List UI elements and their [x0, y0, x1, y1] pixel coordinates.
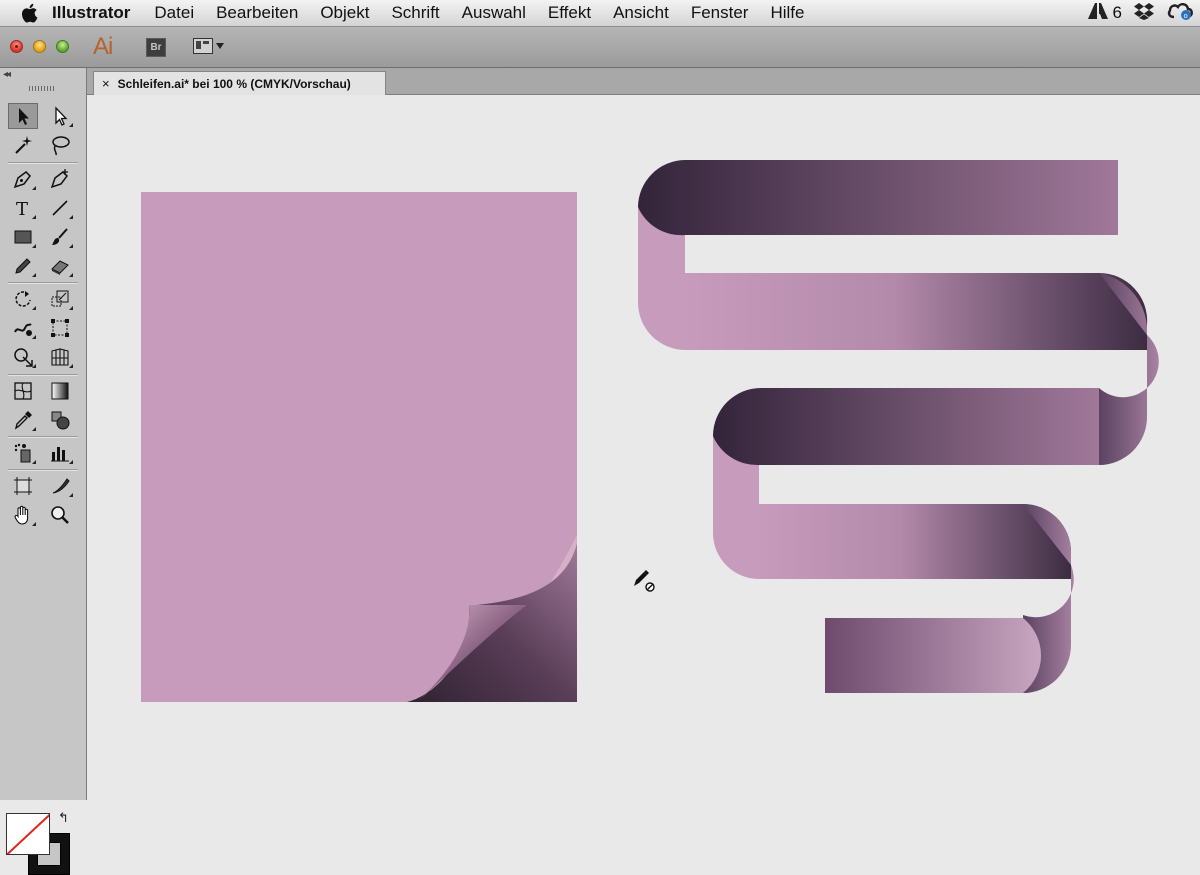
magic-wand-tool-button[interactable] [8, 132, 38, 158]
arrange-documents-button[interactable] [193, 38, 224, 54]
pen-tool-button[interactable] [8, 166, 38, 192]
arrange-documents-icon [193, 38, 213, 54]
menu-objekt[interactable]: Objekt [320, 3, 369, 23]
shape-builder-tool-button[interactable] [8, 344, 38, 370]
creative-cloud-icon[interactable]: o [1166, 1, 1194, 26]
pencil-icon [15, 258, 31, 274]
gradient-tool-button[interactable] [45, 378, 75, 404]
column-graph-tool-button[interactable] [45, 440, 75, 466]
svg-text:o: o [1184, 12, 1188, 20]
rectangle-icon [14, 230, 32, 244]
menu-bearbeiten[interactable]: Bearbeiten [216, 3, 298, 23]
adobe-application-manager-icon[interactable] [1087, 2, 1109, 25]
cursor-icon [634, 570, 655, 592]
menu-hilfe[interactable]: Hilfe [770, 3, 804, 23]
column-graph-icon [51, 447, 69, 462]
pencil-tool-button[interactable] [8, 253, 38, 279]
rotate-tool-button[interactable] [8, 286, 38, 312]
zoom-tool-button[interactable] [45, 502, 75, 528]
pen-nib-icon [13, 171, 31, 189]
line-segment-icon [52, 200, 68, 216]
warp-tool-button[interactable] [8, 315, 38, 341]
free-transform-tool-button[interactable] [45, 315, 75, 341]
warp-finger-icon [14, 323, 32, 336]
illustrator-logo: Ai [93, 33, 113, 60]
chevron-down-icon [216, 43, 224, 49]
tools-panel: ◂◂ T ↰ [0, 68, 87, 875]
paintbrush-icon [52, 228, 68, 245]
eraser-tool-button[interactable] [45, 253, 75, 279]
line-segment-tool-button[interactable] [45, 195, 75, 221]
symbol-sprayer-icon [14, 443, 31, 463]
bridge-button[interactable]: Br [146, 38, 166, 57]
lasso-icon [52, 136, 70, 156]
document-tab-title: Schleifen.ai* bei 100 % (CMYK/Vorschau) [117, 76, 351, 91]
menu-extras: 6 o [1087, 0, 1200, 26]
perspective-grid-tool-button[interactable] [45, 344, 75, 370]
rotate-icon [15, 291, 31, 307]
apple-menu-icon[interactable] [20, 3, 42, 23]
page-curl-artwork[interactable] [141, 192, 577, 702]
dropbox-icon[interactable] [1134, 2, 1154, 25]
menu-schrift[interactable]: Schrift [391, 3, 439, 23]
magnifier-icon [51, 506, 69, 524]
eraser-icon [51, 260, 69, 275]
scale-tool-button[interactable] [45, 286, 75, 312]
menu-fenster[interactable]: Fenster [691, 3, 749, 23]
type-t-icon: T [16, 199, 28, 219]
svg-text:T: T [16, 199, 28, 219]
scale-icon [51, 290, 69, 307]
application-bar: Ai Br [0, 27, 1200, 68]
minimize-window-button[interactable] [33, 40, 46, 53]
artboard-tool-button[interactable] [8, 473, 38, 499]
mesh-tool-button[interactable] [8, 378, 38, 404]
artwork [141, 160, 1159, 702]
free-transform-icon [51, 319, 69, 337]
adobe-update-count: 6 [1112, 3, 1122, 22]
selection-tool-button[interactable] [8, 103, 38, 129]
zoom-window-button[interactable] [56, 40, 69, 53]
magic-wand-icon [15, 136, 32, 154]
type-tool-button[interactable]: T [8, 195, 38, 221]
lasso-tool-button[interactable] [45, 132, 75, 158]
close-window-button[interactable] [10, 40, 23, 53]
collapse-panel-icon[interactable]: ◂◂ [3, 69, 11, 80]
document-tab-bar: × Schleifen.ai* bei 100 % (CMYK/Vorschau… [87, 68, 1200, 95]
hand-icon [14, 505, 29, 525]
panel-grip[interactable] [29, 86, 55, 91]
menu-datei[interactable]: Datei [154, 3, 194, 23]
menu-bar: Illustrator Datei Bearbeiten Objekt Schr… [0, 0, 1200, 27]
paintbrush-tool-button[interactable] [45, 224, 75, 250]
direct-selection-arrow-icon [55, 106, 68, 126]
document-tab[interactable]: × Schleifen.ai* bei 100 % (CMYK/Vorschau… [93, 71, 386, 95]
mesh-icon [14, 382, 32, 400]
curvature-pen-tool-button[interactable] [45, 166, 75, 192]
app-menu[interactable]: Illustrator [52, 3, 130, 23]
rectangle-tool-button[interactable] [8, 224, 38, 250]
shape-builder-icon [14, 348, 33, 367]
gradient-icon [51, 382, 69, 400]
hand-tool-button[interactable] [8, 502, 38, 528]
menu-effekt[interactable]: Effekt [548, 3, 591, 23]
slice-tool-button[interactable] [45, 473, 75, 499]
swap-fill-stroke-icon[interactable]: ↰ [58, 810, 69, 826]
slice-knife-icon [52, 478, 70, 494]
fill-color-swatch[interactable] [6, 813, 50, 855]
perspective-grid-icon [51, 348, 69, 366]
direct-selection-tool-button[interactable] [45, 103, 75, 129]
menu-ansicht[interactable]: Ansicht [613, 3, 669, 23]
menu-auswahl[interactable]: Auswahl [462, 3, 526, 23]
blend-tool-button[interactable] [45, 407, 75, 433]
close-tab-icon[interactable]: × [102, 76, 110, 91]
eyedropper-icon [14, 411, 32, 430]
artboard-canvas[interactable] [87, 95, 1200, 800]
blend-icon [51, 411, 70, 430]
symbol-sprayer-tool-button[interactable] [8, 440, 38, 466]
pen-plus-icon [50, 169, 68, 189]
ribbon-artwork[interactable] [638, 160, 1159, 693]
artboard-icon [14, 477, 32, 495]
selection-arrow-icon [19, 108, 29, 125]
eyedropper-tool-button[interactable] [8, 407, 38, 433]
